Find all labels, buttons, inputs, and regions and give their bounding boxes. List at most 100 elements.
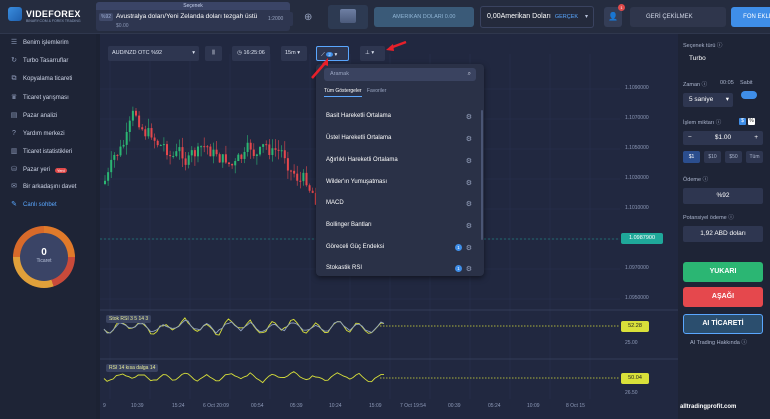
sidebar-item-copy-trading[interactable]: ⧉ Kopyalama ticareti [10,75,73,83]
balance-selector[interactable]: 0,00Amerikan Doları GERÇEK ▾ [480,6,594,28]
indicator-ema[interactable]: Üstel Hareketli Ortalama ⚙ [326,135,476,143]
sidebar-item-stats[interactable]: ▥ Ticaret istatistikleri [10,148,72,156]
sidebar-item-invite[interactable]: ✉ Bir arkadaşını davet [10,183,76,191]
chart-icon: ▤ [10,112,18,119]
ai-trading-button[interactable]: AI TİCARETİ [683,314,763,334]
indicator-wma[interactable]: Ağırlıklı Hareketli Ortalama ⚙ [326,157,476,165]
rsi-level: 26.50 [625,390,638,396]
rsi-line [103,371,384,384]
gear-icon[interactable]: ⚙ [466,135,472,143]
indicator-bollinger[interactable]: Bollinger Bantları ⚙ [326,222,476,230]
candle-body [135,110,137,116]
candle-body [178,147,181,152]
fixed-toggle[interactable] [741,91,757,99]
option-type-value[interactable]: Turbo [683,52,763,66]
gear-icon[interactable]: ⚙ [466,200,472,208]
active-check-icon: 1 [455,244,462,251]
candle-body [122,144,125,147]
sidebar-item-label: Canlı sohbet [23,202,57,208]
minus-icon[interactable]: − [688,131,692,145]
quick-amount-10[interactable]: $10 [704,151,721,163]
stoch-rsi-label[interactable]: Stok RSI 3 5 14 3 [106,315,152,323]
tab-all-indicators[interactable]: Tüm Göstergeler [324,88,362,97]
tab-favorites[interactable]: Favoriler [367,88,386,94]
sidebar-item-my-trades[interactable]: ☰ Benim işlemlerim [10,39,69,47]
candle-body [184,158,187,165]
currency-percent-toggle[interactable]: % [748,118,755,125]
time-display: ◷ 16:25:06 [232,46,270,61]
currency-dollar-toggle[interactable]: $ [739,118,746,125]
candle-body [166,144,168,156]
asset-tab-2[interactable]: 1:2000 [265,12,293,26]
withdraw-button[interactable]: GERİ ÇEKİLMEK [630,7,726,27]
account-currency-button[interactable]: AMERIKAN DOLARI 0.00 [374,7,474,27]
stats-icon: ▥ [10,148,18,155]
candle-body [212,149,215,157]
candle-body [107,172,110,181]
candle-body [190,150,193,156]
dropdown-scrollbar[interactable] [481,110,483,240]
candle-body [144,129,147,137]
gear-icon[interactable]: ⚙ [466,244,472,252]
payout-label: Ödeme ⓘ [683,177,709,183]
candle-body [277,149,280,151]
candle-body [159,145,162,147]
candle-body [175,151,178,156]
treasure-chest-button[interactable] [328,5,368,29]
time-axis-label: 05:24 [488,403,501,409]
candle-body [271,148,274,155]
candle-body [125,131,128,145]
gear-icon[interactable]: ⚙ [466,113,472,121]
sidebar-item-help[interactable]: ? Yardım merkezi [10,130,65,138]
up-button[interactable]: YUKARI [683,262,763,282]
profile-button[interactable]: 👤 1 [604,4,625,27]
plus-icon[interactable]: + [754,131,758,145]
asset-tab[interactable]: Seçenek %92 Avustralya doları/Yeni Zelan… [96,2,290,31]
logo-mark-icon [8,7,22,21]
sidebar-item-live-chat[interactable]: ✎ Canlı sohbet [10,201,57,209]
quick-amount-all[interactable]: Tüm [746,151,763,163]
gear-icon[interactable]: ⚙ [466,222,472,230]
down-button[interactable]: AŞAĞI [683,287,763,307]
indicator-rsi[interactable]: Göreceli Güç Endeksi 1 ⚙ [326,244,476,252]
asset-select[interactable]: AUD/NZD OTC %92 ▾ [108,46,199,61]
sidebar-item-turbo[interactable]: ↻ Turbo Tasarruflar [10,57,68,65]
quick-amount-1[interactable]: $1 [683,151,700,163]
indicator-stoch-rsi[interactable]: Stokastik RSI 1 ⚙ [326,265,476,273]
candle-body [228,162,230,165]
help-icon: ? [12,130,16,137]
stoch-rsi-level: 25.00 [625,340,638,346]
amount-input[interactable]: − $1.00 + [683,131,763,145]
quick-amount-50[interactable]: $50 [725,151,742,163]
add-tab-icon[interactable]: ⊕ [304,12,312,23]
candle-body [268,144,271,155]
indicator-wilder[interactable]: Wilder'ın Yumuşatması ⚙ [326,179,476,187]
time-label: Zaman ⓘ [683,82,708,88]
gear-icon[interactable]: ⚙ [466,157,472,165]
time-axis-label: 8 Oct 15 [566,403,585,409]
deposit-button[interactable]: FON EKLE [731,7,770,27]
amount-value: $1.00 [714,134,732,141]
notification-badge: 1 [618,4,625,11]
candle-body [262,144,265,147]
sidebar-item-competition[interactable]: ♛ Ticaret yarışması [10,94,69,102]
candle-body [193,150,196,157]
gear-icon[interactable]: ⚙ [466,265,472,273]
copy-icon: ⧉ [11,75,17,82]
chevron-down-icon: ▾ [192,50,195,56]
sidebar-item-market-analysis[interactable]: ▤ Pazar analizi [10,112,58,120]
gear-icon[interactable]: ⚙ [466,179,472,187]
candle-body [153,137,156,141]
candle-body [265,144,268,146]
candle-body [311,190,314,193]
duration-select[interactable]: 5 saniye ▾ [683,93,733,107]
asset-tab-name: Avustralya doları/Yeni Zelanda doları te… [116,13,258,20]
time-clock: 00:05 [720,80,734,86]
rsi-label[interactable]: RSI 14 kısa dalga 14 [106,364,159,372]
sidebar-item-marketplace[interactable]: ⛁ Pazar yeri Yeni [10,166,67,174]
ai-about-link[interactable]: AI Trading Hakkında ⓘ [690,338,747,346]
candle-body [286,158,289,171]
chart-type-button[interactable]: ⫼ [205,46,222,61]
indicator-sma[interactable]: Basit Hareketli Ortalama ⚙ [326,113,476,121]
indicator-macd[interactable]: MACD ⚙ [326,200,476,208]
